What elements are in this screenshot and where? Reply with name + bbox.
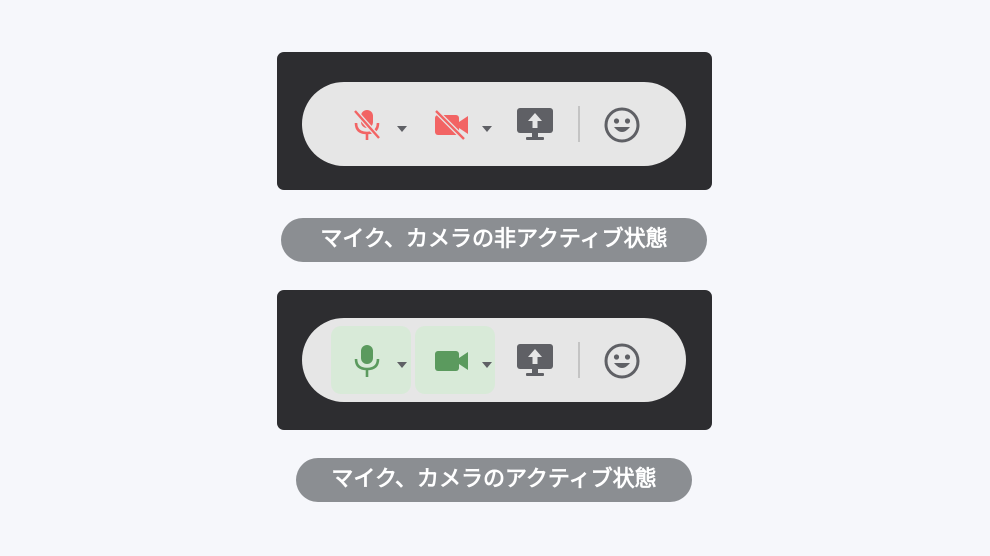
toolbar-panel-active [277,290,712,430]
toolbar-panel-inactive [277,52,712,190]
camera-toggle-button[interactable] [415,326,495,394]
control-bar [302,318,686,402]
control-bar [302,82,686,166]
smiley-icon[interactable] [603,342,641,380]
videocam-off-icon [434,109,468,141]
camera-toggle-button[interactable] [415,90,495,158]
chevron-down-icon[interactable] [482,126,492,132]
chevron-down-icon[interactable] [397,362,407,368]
mic-toggle-button[interactable] [331,326,411,394]
chevron-down-icon[interactable] [397,126,407,132]
caption-active: マイク、カメラのアクティブ状態 [296,458,692,502]
videocam-icon [435,351,468,371]
screen-share-icon[interactable] [515,106,555,142]
divider [578,342,580,378]
stage: マイク、カメラの非アクティブ状態 マイク、カメラのアクティブ状態 [0,0,990,556]
caption-inactive: マイク、カメラの非アクティブ状態 [281,218,707,262]
chevron-down-icon[interactable] [482,362,492,368]
divider [578,106,580,142]
mic-toggle-button[interactable] [331,90,411,158]
mic-icon [354,345,380,377]
screen-share-icon[interactable] [515,342,555,378]
mic-off-icon [353,109,381,140]
smiley-icon[interactable] [603,106,641,144]
